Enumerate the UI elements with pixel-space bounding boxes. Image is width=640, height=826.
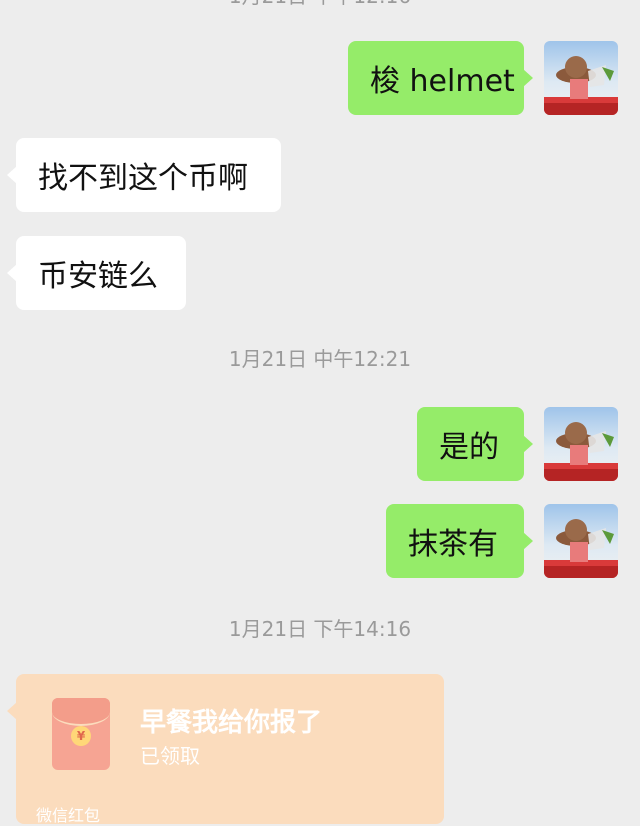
message-bubble-incoming[interactable]: 找不到这个币啊 (7, 138, 281, 212)
message-bubble-outgoing[interactable]: 梭 helmet (348, 41, 533, 115)
message-bubble-outgoing[interactable]: 抹茶有 (386, 504, 533, 578)
message-text: 币安链么 (38, 259, 158, 294)
avatar[interactable] (544, 41, 618, 115)
avatar[interactable] (544, 504, 618, 578)
avatar[interactable] (544, 407, 618, 481)
red-packet-footer: 微信红包 (36, 806, 101, 825)
timestamp: 1月21日 中午12:21 (228, 347, 412, 371)
red-packet-icon: ¥ (52, 698, 110, 770)
timestamp: 1月21日 下午14:16 (228, 617, 412, 641)
coin-icon: ¥ (71, 726, 91, 746)
message-text: 是的 (439, 430, 499, 465)
red-packet-status: 已领取 (140, 744, 200, 768)
message-text: 抹茶有 (408, 527, 498, 562)
message-bubble-outgoing[interactable]: 是的 (417, 407, 533, 481)
user-avatar-photo-icon (544, 41, 618, 115)
user-avatar-photo-icon (544, 504, 618, 578)
red-packet-card[interactable]: ¥ 早餐我给你报了 已领取 微信红包 (7, 674, 444, 825)
red-packet-title: 早餐我给你报了 (140, 708, 323, 738)
message-bubble-incoming[interactable]: 币安链么 (7, 236, 186, 310)
red-packet-flap (52, 698, 110, 726)
timestamp-top: 1月21日 中午12:16 (0, 0, 640, 8)
user-avatar-photo-icon (544, 407, 618, 481)
message-text: 梭 helmet (370, 64, 515, 99)
message-text: 找不到这个币啊 (38, 161, 248, 196)
